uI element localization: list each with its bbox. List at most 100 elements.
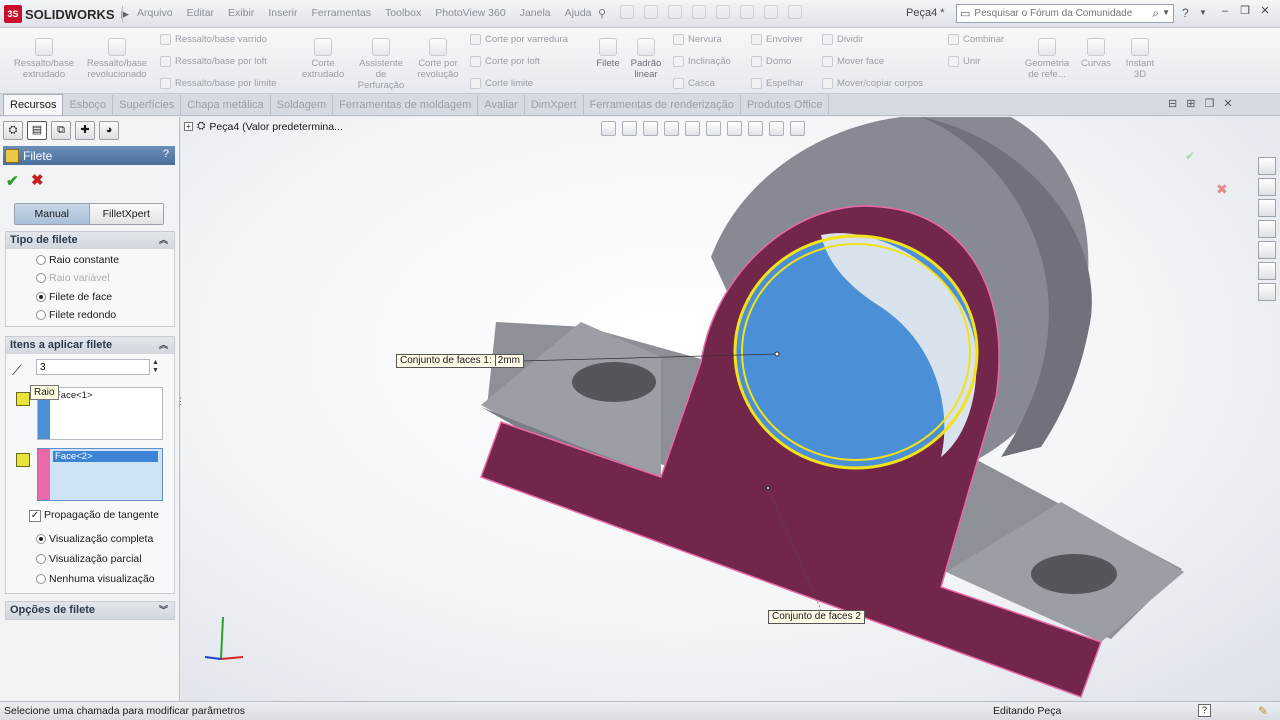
menu-view[interactable]: Exibir — [221, 7, 261, 19]
tab-sketch[interactable]: Esboço — [63, 95, 114, 115]
confirm-corner-cancel-icon[interactable]: ✖ — [1216, 181, 1228, 198]
radio-full-preview[interactable]: Visualização completa — [36, 533, 153, 545]
search-input[interactable] — [974, 8, 1145, 19]
menu-edit[interactable]: Editar — [180, 7, 221, 19]
swept-boss-button[interactable]: Ressalto/base varrido — [160, 34, 267, 45]
tab-features[interactable]: Recursos — [3, 94, 64, 115]
cancel-button[interactable]: ✖ — [31, 171, 44, 189]
combine-button[interactable]: Combinar — [948, 34, 1004, 45]
display-manager-tab-icon[interactable]: ◕ — [99, 121, 119, 140]
quick-tips-icon[interactable]: ? — [1198, 704, 1211, 717]
dome-button[interactable]: Domo — [751, 56, 791, 67]
expand-icon[interactable]: ︾ — [159, 602, 168, 619]
ok-button[interactable]: ✔ — [6, 172, 19, 190]
options-icon[interactable] — [788, 5, 802, 19]
split-button[interactable]: Dividir — [822, 34, 863, 45]
configuration-manager-tab-icon[interactable]: ⧉ — [51, 121, 71, 140]
rebuild-icon[interactable] — [764, 5, 778, 19]
fillet-type-heading[interactable]: Tipo de filete ︽ — [6, 232, 174, 249]
right-bolt-hole[interactable] — [1031, 554, 1117, 594]
shell-button[interactable]: Casca — [673, 78, 715, 89]
tab-surfaces[interactable]: Superfícies — [113, 95, 182, 115]
property-manager-tab-icon[interactable]: ▤ — [27, 121, 47, 140]
menu-help[interactable]: Ajuda — [558, 7, 599, 19]
menu-toolbox[interactable]: Toolbox — [378, 7, 428, 19]
menu-photoview[interactable]: PhotoView 360 — [428, 7, 512, 19]
tab-office-products[interactable]: Produtos Office — [741, 95, 830, 115]
display-style-icon[interactable] — [706, 121, 721, 136]
resources-icon[interactable] — [1258, 157, 1276, 175]
confirm-corner-ok-icon[interactable]: ✔ — [1185, 149, 1195, 163]
hole-wizard-button[interactable]: Assistente de Perfuração — [354, 38, 408, 91]
face-set-2-list[interactable]: Face<2> — [37, 448, 163, 501]
appearances-icon[interactable] — [1258, 262, 1276, 280]
manual-tab[interactable]: Manual — [15, 204, 90, 224]
edit-appearance-icon[interactable] — [748, 121, 763, 136]
tab-evaluate[interactable]: Avaliar — [478, 95, 525, 115]
instant3d-button[interactable]: Instant 3D — [1120, 38, 1160, 80]
custom-properties-icon[interactable] — [1258, 283, 1276, 301]
previous-view-icon[interactable] — [643, 121, 658, 136]
radio-partial-preview[interactable]: Visualização parcial — [36, 553, 142, 565]
rebuild-status-icon[interactable]: ✎ — [1258, 704, 1268, 718]
design-library-icon[interactable] — [1258, 178, 1276, 196]
tab-dimxpert[interactable]: DimXpert — [525, 95, 584, 115]
draft-button[interactable]: Inclinação — [673, 56, 731, 67]
loft-cut-button[interactable]: Corte por loft — [470, 56, 540, 67]
undo-icon[interactable] — [716, 5, 730, 19]
extruded-boss-button[interactable]: Ressalto/base extrudado — [8, 38, 80, 80]
tab-sheet-metal[interactable]: Chapa metálica — [181, 95, 271, 115]
tab-mold-tools[interactable]: Ferramentas de moldagem — [333, 95, 479, 115]
view-palette-icon[interactable] — [1258, 241, 1276, 259]
zoom-to-fit-icon[interactable] — [601, 121, 616, 136]
help-dropdown-icon[interactable]: ▼ — [1199, 8, 1207, 17]
left-bolt-hole[interactable] — [572, 362, 656, 402]
menu-tools[interactable]: Ferramentas — [305, 7, 379, 19]
cascade-icon[interactable]: ⊞ — [1186, 97, 1195, 110]
print-icon[interactable] — [692, 5, 706, 19]
hide-show-items-icon[interactable] — [727, 121, 742, 136]
revolved-boss-button[interactable]: Ressalto/base revolucionado — [82, 38, 152, 80]
section-view-icon[interactable] — [664, 121, 679, 136]
radius-spinner-icon[interactable]: ▲ ▼ — [152, 359, 159, 375]
feature-tree-tab-icon[interactable]: ⛭ — [3, 121, 23, 140]
search-dropdown-icon[interactable]: ▼ — [1162, 8, 1170, 17]
apply-scene-icon[interactable] — [769, 121, 784, 136]
wrap-button[interactable]: Envolver — [751, 34, 803, 45]
boundary-boss-button[interactable]: Ressalto/base por limite — [160, 78, 276, 89]
face-set-1-callout[interactable]: Conjunto de faces 1: 2mm — [396, 354, 524, 368]
radio-no-preview[interactable]: Nenhuma visualização — [36, 573, 155, 585]
part-model[interactable] — [181, 117, 1280, 701]
graphics-area[interactable]: + ⛭ Peça4 (Valor predetermina... ✔ ✖ Con… — [181, 117, 1280, 701]
loft-boss-button[interactable]: Ressalto/base por loft — [160, 56, 267, 67]
callout-1-value[interactable]: 2mm — [494, 355, 520, 366]
reference-geometry-button[interactable]: Geometria de refe... — [1020, 38, 1074, 80]
tangent-propagation-checkbox[interactable]: ✓ — [29, 510, 41, 522]
face-set-1-entry[interactable]: Face<1> — [53, 390, 95, 401]
pin-icon[interactable]: ⚲ — [598, 7, 606, 20]
restore-icon[interactable]: ❐ — [1238, 4, 1252, 18]
radio-face-fillet[interactable]: Filete de face — [36, 291, 112, 303]
search-results-icon[interactable] — [1258, 220, 1276, 238]
open-icon[interactable] — [644, 5, 658, 19]
collapse-icon[interactable]: ︽ — [159, 337, 168, 354]
doc-restore-icon[interactable]: ❐ — [1204, 97, 1214, 110]
view-orientation-icon[interactable] — [685, 121, 700, 136]
radius-input[interactable] — [36, 359, 150, 375]
menu-window[interactable]: Janela — [513, 7, 558, 19]
radio-full-round[interactable]: Filete redondo — [36, 309, 116, 321]
dimxpert-tab-icon[interactable]: ✚ — [75, 121, 95, 140]
search-icon[interactable]: ⌕ — [1152, 6, 1159, 21]
zoom-to-area-icon[interactable] — [622, 121, 637, 136]
tab-weldments[interactable]: Soldagem — [271, 95, 334, 115]
menu-insert[interactable]: Inserir — [261, 7, 304, 19]
minimize-icon[interactable]: – — [1218, 4, 1232, 18]
move-copy-bodies-button[interactable]: Mover/copiar corpos — [822, 78, 923, 89]
items-heading[interactable]: Itens a aplicar filete ︽ — [6, 337, 174, 354]
help-icon[interactable]: ? — [163, 148, 169, 160]
filletxpert-tab[interactable]: FilletXpert — [89, 204, 163, 224]
select-icon[interactable] — [740, 5, 754, 19]
swept-cut-button[interactable]: Corte por varredura — [470, 34, 568, 45]
new-icon[interactable] — [620, 5, 634, 19]
linear-pattern-button[interactable]: Padrão linear — [627, 38, 665, 80]
